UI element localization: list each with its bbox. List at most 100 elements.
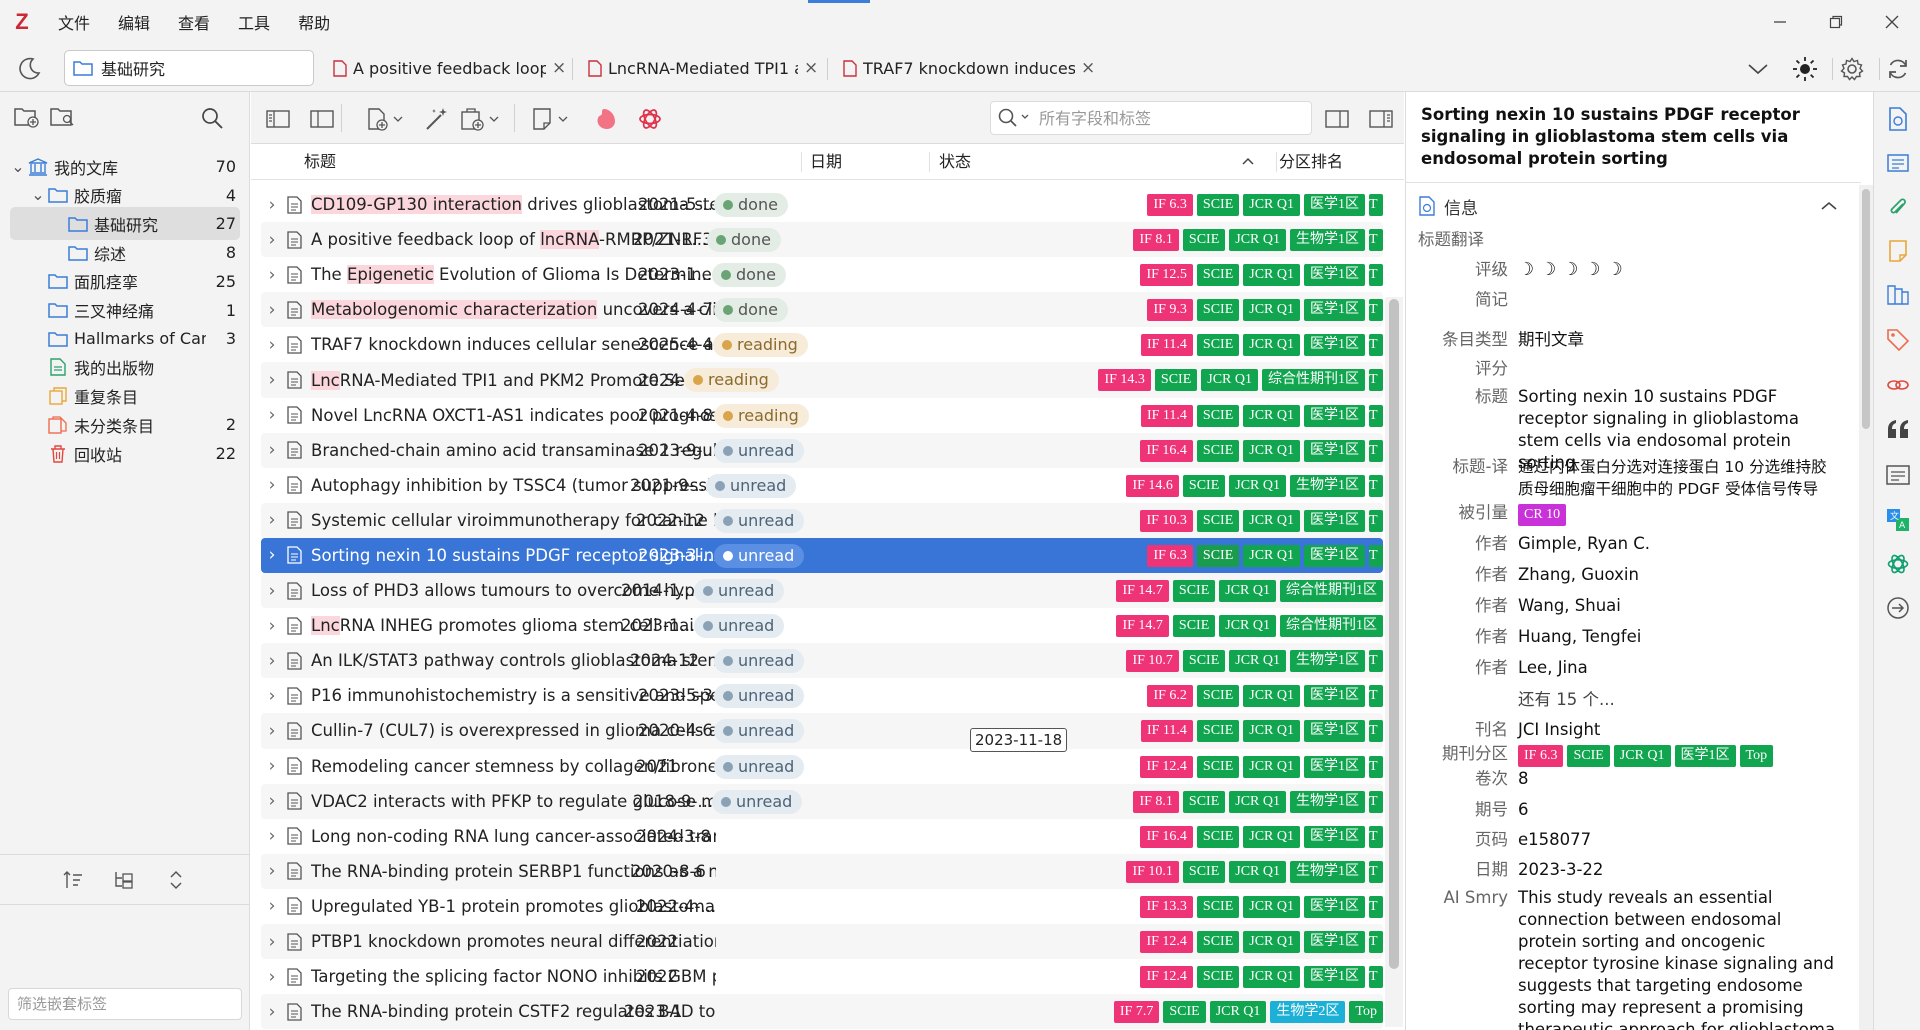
- table-row[interactable]: › Branched-chain amino acid transaminase …: [261, 432, 1383, 468]
- expand-row-chevron-icon[interactable]: ›: [261, 300, 283, 320]
- expand-row-chevron-icon[interactable]: ›: [261, 195, 283, 215]
- item-pane-scrollbar[interactable]: [1859, 185, 1873, 1030]
- author-name[interactable]: Gimple, Ryan C.: [1518, 533, 1838, 555]
- table-row[interactable]: › CD109-GP130 interaction drives glioblas…: [261, 187, 1383, 222]
- sidenav-attachments[interactable]: [1885, 195, 1911, 221]
- menu-tools[interactable]: 工具: [224, 10, 284, 34]
- expand-row-chevron-icon[interactable]: ›: [261, 967, 283, 987]
- column-divider[interactable]: [1276, 152, 1277, 172]
- menu-edit[interactable]: 编辑: [104, 10, 164, 34]
- tabs-menu-button[interactable]: [1743, 54, 1773, 84]
- ai-assistant-button[interactable]: [636, 105, 664, 133]
- table-row[interactable]: › A positive feedback loop of lncRNA-RMRP…: [261, 222, 1383, 258]
- sidenav-citation[interactable]: [1885, 416, 1911, 442]
- table-row[interactable]: › Cullin-7 (CUL7) is overexpressed in gli…: [261, 713, 1383, 749]
- new-saved-search-button[interactable]: [50, 106, 76, 133]
- sidenav-locate[interactable]: [1885, 595, 1911, 621]
- sidenav-tags[interactable]: [1885, 327, 1911, 353]
- items-scrollbar[interactable]: [1385, 297, 1403, 1027]
- sidenav-related[interactable]: [1885, 372, 1911, 398]
- collection-item[interactable]: 回收站 22: [10, 437, 240, 470]
- expand-row-chevron-icon[interactable]: ›: [261, 440, 283, 460]
- rating-moon-icon[interactable]: ☽: [1584, 259, 1600, 281]
- table-row[interactable]: › TRAF7 knockdown induces cellular senesc…: [261, 327, 1383, 362]
- expand-row-chevron-icon[interactable]: ›: [261, 230, 283, 250]
- items-search[interactable]: [990, 101, 1312, 135]
- table-row[interactable]: › The RNA-binding protein SERBP1 function…: [261, 853, 1383, 889]
- table-row[interactable]: › Systemic cellular viroimmunotherapy for…: [261, 502, 1383, 538]
- info-section-header[interactable]: 信息: [1418, 192, 1838, 220]
- rating-moon-icon[interactable]: ☽: [1518, 259, 1534, 281]
- expand-row-chevron-icon[interactable]: ›: [261, 265, 283, 285]
- scroll-thumb[interactable]: [1389, 299, 1399, 969]
- table-row[interactable]: › Targeting the splicing factor NONO inhi…: [261, 959, 1383, 994]
- menu-view[interactable]: 查看: [164, 10, 224, 34]
- more-authors-link[interactable]: 还有 15 个...: [1518, 689, 1838, 711]
- sidenav-libraries-collections[interactable]: [1885, 282, 1911, 308]
- restore-button[interactable]: [1808, 0, 1864, 44]
- subcollection-button[interactable]: [112, 868, 136, 892]
- settings-button[interactable]: [1837, 54, 1867, 84]
- table-row[interactable]: › LncRNA INHEG promotes glioma stem cell …: [261, 608, 1383, 643]
- column-rank[interactable]: 分区排名: [1279, 144, 1343, 180]
- table-row[interactable]: › VDAC2 interacts with PFKP to regulate g…: [261, 783, 1383, 819]
- close-tab-icon[interactable]: ×: [552, 58, 566, 78]
- sync-button[interactable]: [1883, 54, 1913, 84]
- field-review-value[interactable]: [1518, 358, 1838, 380]
- field-ai-summary-value[interactable]: This study reveals an essential connecti…: [1518, 887, 1838, 1030]
- expand-row-chevron-icon[interactable]: ›: [261, 545, 283, 565]
- theme-button[interactable]: [1790, 54, 1820, 84]
- column-divider[interactable]: [801, 152, 802, 172]
- field-date-value[interactable]: 2023-3-22: [1518, 859, 1838, 881]
- new-collection-button[interactable]: [14, 106, 40, 133]
- expand-row-chevron-icon[interactable]: ›: [261, 616, 283, 636]
- table-row[interactable]: › Novel LncRNA OXCT1-AS1 indicates poor p…: [261, 398, 1383, 433]
- table-row[interactable]: › Autophagy inhibition by TSSC4 (tumor su…: [261, 468, 1383, 503]
- table-row[interactable]: › Sorting nexin 10 sustains PDGF receptor…: [261, 537, 1383, 574]
- sidenav-translate[interactable]: 文A: [1885, 507, 1911, 533]
- table-row[interactable]: ›LncRNA-Mediated TPI1 and PKM2 Promote S…: [261, 362, 1383, 398]
- expand-row-chevron-icon[interactable]: ›: [261, 932, 283, 952]
- add-attachment-button[interactable]: [459, 105, 503, 133]
- author-name[interactable]: Wang, Shuai: [1518, 595, 1838, 617]
- field-title-cn-value[interactable]: 通过内体蛋白分选对连接蛋白 10 分选维持胶质母细胞瘤干细胞中的 PDGF 受体…: [1518, 456, 1838, 500]
- column-divider[interactable]: [929, 152, 930, 172]
- expand-row-chevron-icon[interactable]: ›: [261, 896, 283, 916]
- add-by-identifier-button[interactable]: [423, 105, 451, 133]
- dark-mode-toggle[interactable]: [14, 54, 44, 84]
- sidenav-info[interactable]: [1885, 106, 1911, 132]
- field-issue-value[interactable]: 6: [1518, 799, 1838, 821]
- expand-row-chevron-icon[interactable]: ›: [261, 581, 283, 601]
- field-volume-value[interactable]: 8: [1518, 768, 1838, 790]
- tab-doc-2[interactable]: LncRNA-Mediated TPI1 and PKM2 Promote Se…: [588, 52, 818, 84]
- close-tab-icon[interactable]: ×: [804, 58, 818, 78]
- expand-row-chevron-icon[interactable]: ›: [261, 686, 283, 706]
- expand-row-chevron-icon[interactable]: ›: [261, 651, 283, 671]
- menu-file[interactable]: 文件: [44, 10, 104, 34]
- rating-moon-icon[interactable]: ☽: [1607, 259, 1623, 281]
- rating-moon-icon[interactable]: ☽: [1540, 259, 1556, 281]
- author-name[interactable]: Lee, Jina: [1518, 657, 1838, 679]
- scroll-thumb[interactable]: [1862, 189, 1870, 429]
- new-note-button[interactable]: [530, 105, 574, 133]
- column-status[interactable]: 状态: [939, 144, 971, 180]
- chevron-down-icon[interactable]: ⌄: [30, 187, 46, 203]
- expand-row-chevron-icon[interactable]: ›: [261, 826, 283, 846]
- sort-ascending-icon[interactable]: [1241, 144, 1255, 180]
- author-name[interactable]: Huang, Tengfei: [1518, 626, 1838, 648]
- rating-moon-icon[interactable]: ☽: [1562, 259, 1578, 281]
- expand-row-chevron-icon[interactable]: ›: [261, 861, 283, 881]
- minimize-button[interactable]: [1752, 0, 1808, 44]
- table-row[interactable]: › The RNA-binding protein CSTF2 regulates…: [261, 994, 1383, 1030]
- table-row[interactable]: › Remodeling cancer stemness by collagen/…: [261, 749, 1383, 784]
- table-row[interactable]: › The Epigenetic Evolution of Glioma Is D…: [261, 257, 1383, 292]
- expand-row-chevron-icon[interactable]: ›: [261, 370, 283, 390]
- expand-row-chevron-icon[interactable]: ›: [261, 510, 283, 530]
- field-pages-value[interactable]: e158077: [1518, 829, 1838, 851]
- new-item-button[interactable]: [364, 105, 408, 133]
- column-date[interactable]: 日期: [810, 144, 842, 180]
- table-row[interactable]: › Metabologenomic characterization uncove…: [261, 292, 1383, 328]
- chevron-down-icon[interactable]: ⌄: [10, 158, 26, 174]
- tab-doc-1[interactable]: A positive feedback loop of lncRNA-RMRP/…: [333, 52, 566, 84]
- close-window-button[interactable]: [1864, 0, 1920, 44]
